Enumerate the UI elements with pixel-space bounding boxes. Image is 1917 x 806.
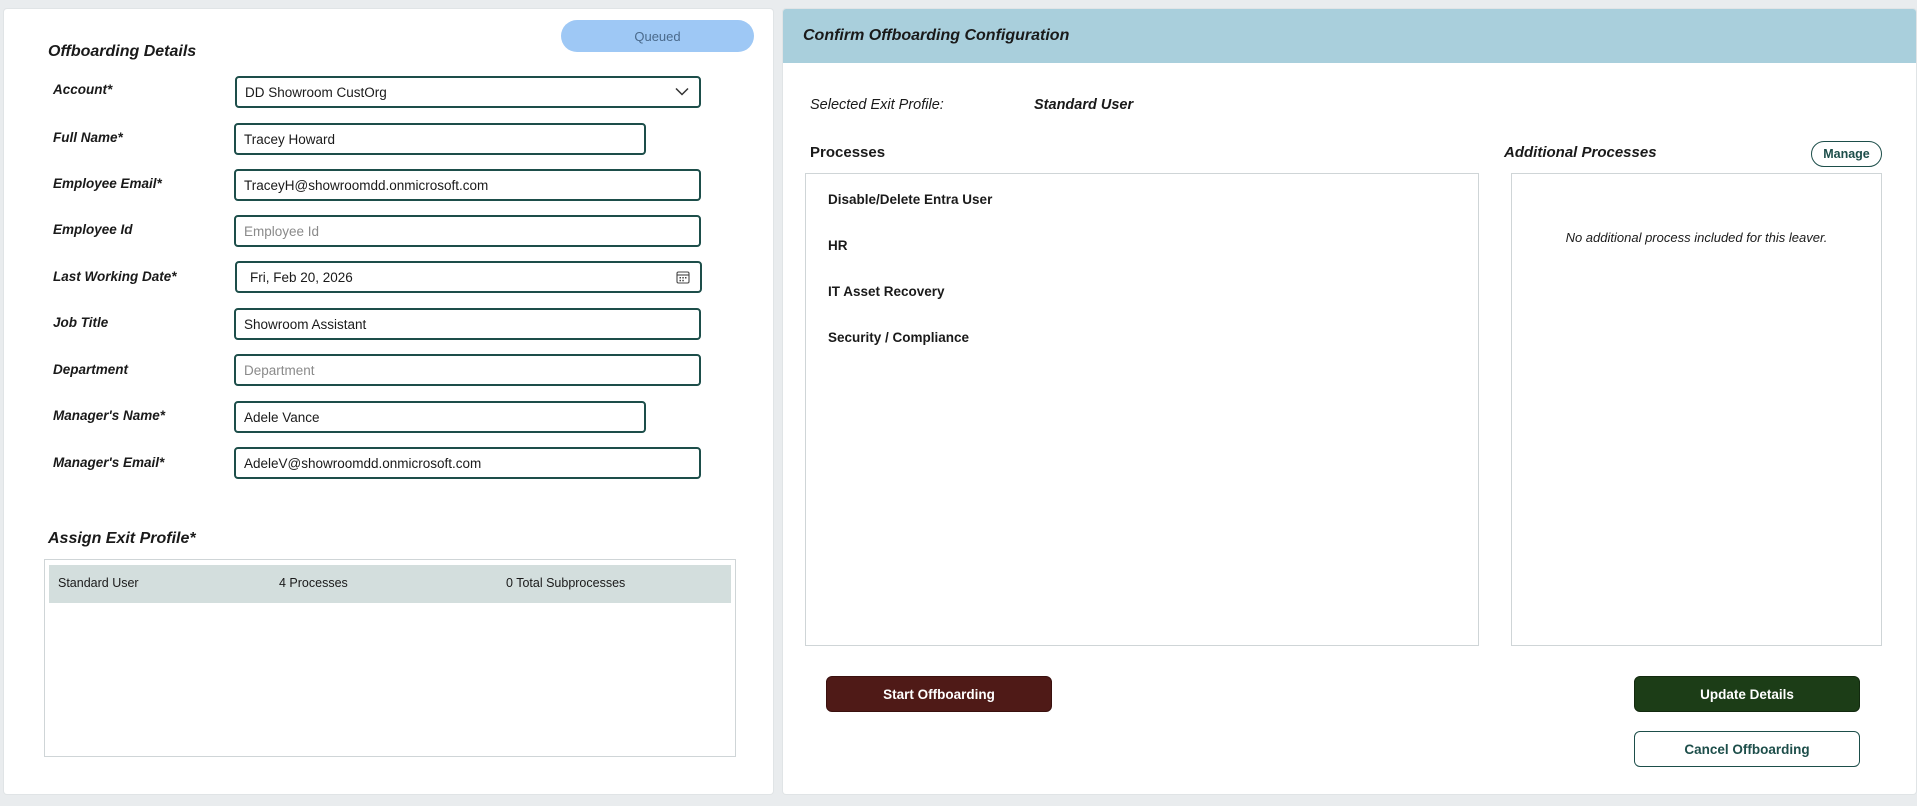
employee-email-input[interactable]: TraceyH@showroomdd.onmicrosoft.com <box>234 169 701 201</box>
employee-id-input[interactable]: Employee Id <box>234 215 701 247</box>
last-working-date-label: Last Working Date* <box>53 269 177 284</box>
process-item: HR <box>828 238 848 253</box>
job-title-value: Showroom Assistant <box>244 316 367 332</box>
process-item: Security / Compliance <box>828 330 970 345</box>
processes-list: Disable/Delete Entra User HR IT Asset Re… <box>805 173 1479 646</box>
selected-exit-profile-label: Selected Exit Profile: <box>810 97 944 113</box>
full-name-value: Tracey Howard <box>244 131 336 147</box>
manager-name-input[interactable]: Adele Vance <box>234 401 646 433</box>
calendar-icon[interactable] <box>676 270 690 284</box>
employee-id-label: Employee Id <box>53 222 133 237</box>
process-item: IT Asset Recovery <box>828 284 945 299</box>
update-details-button[interactable]: Update Details <box>1634 676 1860 712</box>
manager-name-value: Adele Vance <box>244 409 320 425</box>
chevron-down-icon <box>675 87 689 97</box>
start-offboarding-button[interactable]: Start Offboarding <box>826 676 1052 712</box>
last-working-date-picker[interactable]: Fri, Feb 20, 2026 <box>235 261 702 293</box>
exit-profile-processes: 4 Processes <box>279 576 348 590</box>
exit-profile-table: Standard User 4 Processes 0 Total Subpro… <box>44 559 736 757</box>
offboarding-details-title: Offboarding Details <box>48 43 197 60</box>
manager-name-label: Manager's Name* <box>53 408 166 423</box>
status-badge: Queued <box>561 20 754 52</box>
additional-empty-message: No additional process included for this … <box>1565 230 1828 245</box>
assign-exit-profile-title: Assign Exit Profile* <box>48 530 196 547</box>
department-input[interactable]: Department <box>234 354 701 386</box>
process-item: Disable/Delete Entra User <box>828 192 993 207</box>
manager-email-input[interactable]: AdeleV@showroomdd.onmicrosoft.com <box>234 447 701 479</box>
cancel-offboarding-button[interactable]: Cancel Offboarding <box>1634 731 1860 767</box>
exit-profile-subprocesses: 0 Total Subprocesses <box>506 576 626 590</box>
manager-email-value: AdeleV@showroomdd.onmicrosoft.com <box>244 455 482 471</box>
job-title-input[interactable]: Showroom Assistant <box>234 308 701 340</box>
employee-id-placeholder: Employee Id <box>244 223 320 239</box>
manage-button[interactable]: Manage <box>1811 141 1882 167</box>
department-label: Department <box>53 362 129 377</box>
exit-profile-row[interactable]: Standard User 4 Processes 0 Total Subpro… <box>49 565 731 603</box>
exit-profile-name: Standard User <box>58 576 139 590</box>
manager-email-label: Manager's Email* <box>53 455 165 470</box>
account-value: DD Showroom CustOrg <box>245 84 387 100</box>
last-working-date-value: Fri, Feb 20, 2026 <box>250 269 353 285</box>
confirm-configuration-panel: Confirm Offboarding Configuration Select… <box>783 9 1916 794</box>
full-name-label: Full Name* <box>53 130 123 145</box>
full-name-input[interactable]: Tracey Howard <box>234 123 646 155</box>
confirm-configuration-header: Confirm Offboarding Configuration <box>783 9 1916 63</box>
job-title-label: Job Title <box>53 315 109 330</box>
selected-exit-profile-value: Standard User <box>1034 97 1134 113</box>
employee-email-value: TraceyH@showroomdd.onmicrosoft.com <box>244 177 489 193</box>
offboarding-details-panel: Queued Offboarding Details Account* DD S… <box>4 9 773 794</box>
processes-title: Processes <box>810 144 886 161</box>
account-dropdown[interactable]: DD Showroom CustOrg <box>235 76 701 108</box>
department-placeholder: Department <box>244 362 315 378</box>
additional-processes-list: No additional process included for this … <box>1511 173 1882 646</box>
employee-email-label: Employee Email* <box>53 176 162 191</box>
account-label: Account* <box>53 82 113 97</box>
additional-processes-title: Additional Processes <box>1504 144 1657 161</box>
